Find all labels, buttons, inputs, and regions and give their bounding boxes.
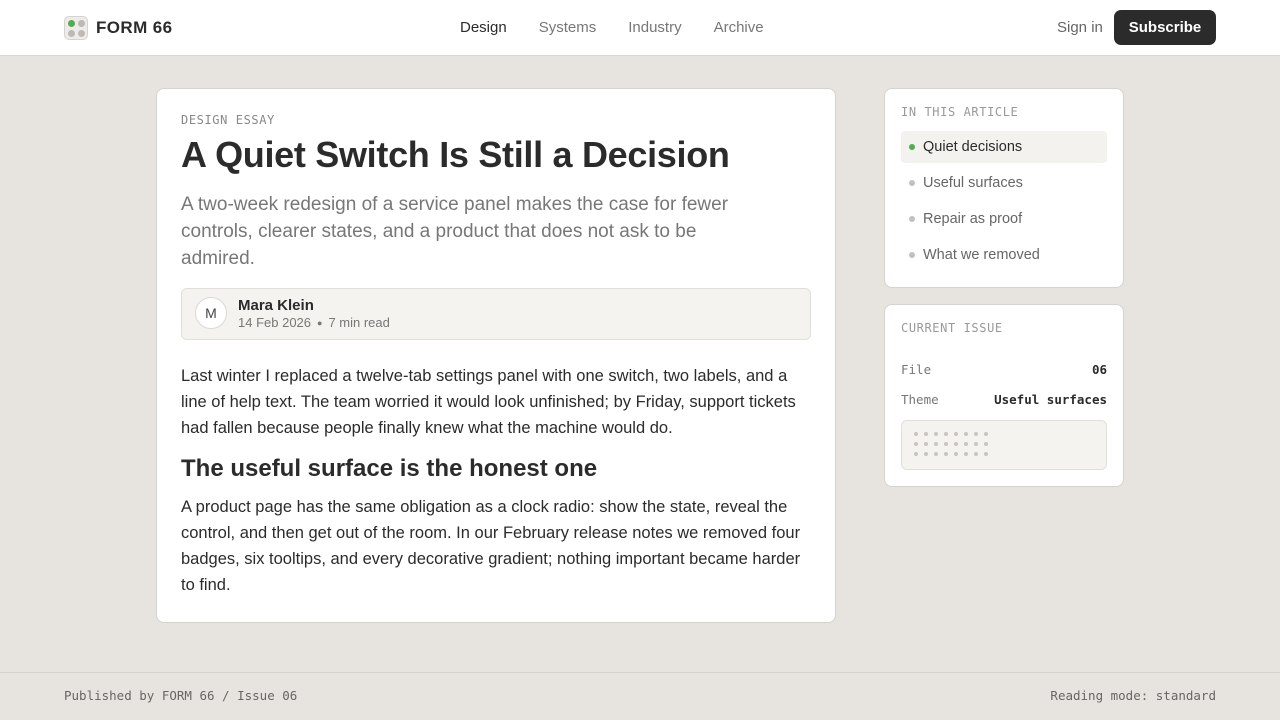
toc-item-label: What we removed bbox=[923, 247, 1040, 263]
issue-file-row: File 06 bbox=[901, 362, 1107, 377]
main-nav: Design Systems Industry Archive bbox=[460, 19, 764, 36]
publish-date: 14 Feb 2026 bbox=[238, 315, 312, 330]
author-name[interactable]: Mara Klein bbox=[238, 297, 314, 314]
theme-key: Theme bbox=[901, 392, 939, 407]
toc-item-repair-as-proof[interactable]: Repair as proof bbox=[901, 203, 1107, 235]
dot-pattern-panel bbox=[901, 420, 1107, 470]
section-heading: The useful surface is the honest one bbox=[181, 455, 598, 482]
dots-grid-icon bbox=[64, 16, 88, 40]
toc-item-what-we-removed[interactable]: What we removed bbox=[901, 239, 1107, 271]
bullet-icon bbox=[909, 180, 915, 186]
file-value: 06 bbox=[1091, 362, 1107, 377]
sign-in-link[interactable]: Sign in bbox=[1057, 19, 1103, 36]
nav-item-systems[interactable]: Systems bbox=[539, 19, 597, 36]
issue-theme-row: Theme Useful surfaces bbox=[901, 392, 1107, 407]
file-key: File bbox=[901, 362, 932, 377]
page-footer: Published by FORM 66 / Issue 06 Reading … bbox=[0, 672, 1280, 720]
dot-pattern-icon bbox=[914, 432, 988, 456]
footer-publisher: Published by FORM 66 / Issue 06 bbox=[64, 688, 298, 703]
issue-label: CURRENT ISSUE bbox=[901, 321, 1003, 335]
separator-dot-icon: ● bbox=[317, 317, 323, 328]
article-dek: A two-week redesign of a service panel m… bbox=[181, 194, 729, 269]
toc-item-label: Repair as proof bbox=[923, 211, 1023, 227]
nav-item-design[interactable]: Design bbox=[460, 19, 507, 36]
active-bullet-icon bbox=[909, 144, 915, 150]
article-meta: 14 Feb 2026 ● 7 min read bbox=[238, 315, 390, 330]
bullet-icon bbox=[909, 252, 915, 258]
top-navigation-bar: FORM 66 Design Systems Industry Archive … bbox=[0, 0, 1280, 56]
article-title: A Quiet Switch Is Still a Decision bbox=[181, 134, 730, 175]
avatar: M bbox=[195, 297, 227, 329]
article-card: DESIGN ESSAY A Quiet Switch Is Still a D… bbox=[156, 88, 836, 623]
read-time: 7 min read bbox=[328, 315, 390, 330]
subscribe-button[interactable]: Subscribe bbox=[1114, 10, 1216, 45]
current-issue-card: CURRENT ISSUE File 06 Theme Useful surfa… bbox=[884, 304, 1124, 487]
article-paragraph: A product page has the same obligation a… bbox=[181, 498, 801, 594]
nav-item-archive[interactable]: Archive bbox=[714, 19, 764, 36]
toc-item-label: Useful surfaces bbox=[923, 175, 1023, 191]
article-paragraph: Last winter I replaced a twelve-tab sett… bbox=[181, 367, 796, 437]
toc-item-useful-surfaces[interactable]: Useful surfaces bbox=[901, 167, 1107, 199]
brand-name: FORM 66 bbox=[96, 18, 173, 37]
toc-label: IN THIS ARTICLE bbox=[901, 105, 1019, 119]
bullet-icon bbox=[909, 216, 915, 222]
reading-mode[interactable]: Reading mode: standard bbox=[1050, 688, 1216, 703]
byline: M Mara Klein 14 Feb 2026 ● 7 min read bbox=[181, 288, 811, 340]
article-kicker: DESIGN ESSAY bbox=[181, 113, 275, 127]
toc-item-label: Quiet decisions bbox=[923, 139, 1023, 155]
toc-item-quiet-decisions[interactable]: Quiet decisions bbox=[901, 131, 1107, 163]
theme-value: Useful surfaces bbox=[994, 392, 1107, 407]
table-of-contents: IN THIS ARTICLE Quiet decisions Useful s… bbox=[884, 88, 1124, 288]
nav-item-industry[interactable]: Industry bbox=[628, 19, 681, 36]
brand[interactable]: FORM 66 bbox=[64, 16, 172, 40]
